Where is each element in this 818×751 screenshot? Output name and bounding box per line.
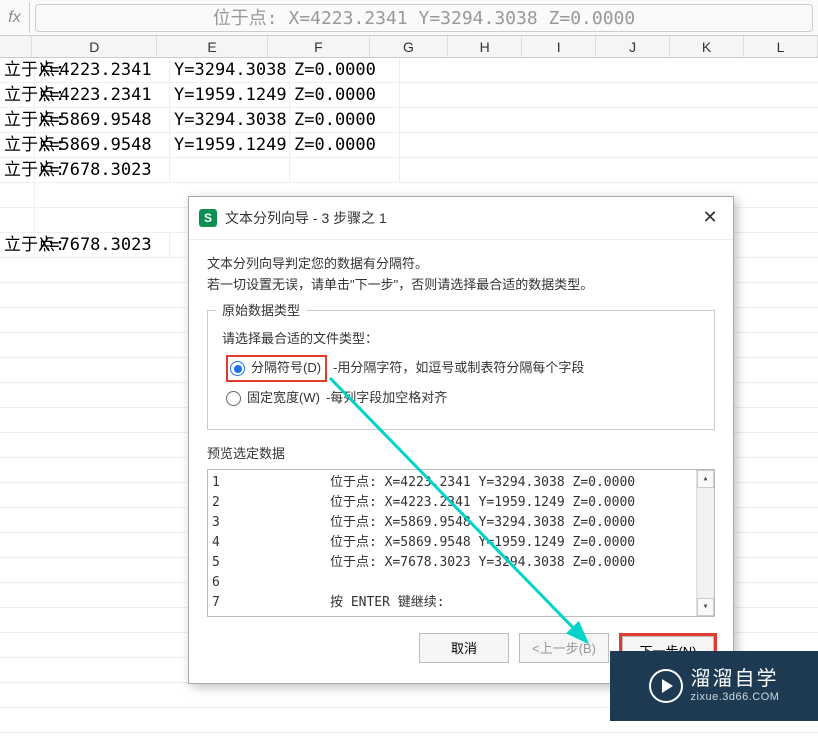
radio-fixed-desc: -每列字段加空格对齐 xyxy=(326,388,447,409)
watermark-url: zixue.3d66.COM xyxy=(691,691,780,704)
table-row[interactable]: 立于点: X=7678.3023 xyxy=(0,158,818,183)
col-header-f[interactable]: F xyxy=(268,36,370,57)
cell[interactable]: Z=0.0000 xyxy=(290,58,400,82)
cell[interactable]: X=4223.2341 xyxy=(35,58,170,82)
cell[interactable]: 立于点: xyxy=(0,83,35,107)
scroll-up-icon[interactable]: ▴ xyxy=(697,470,714,488)
scroll-down-icon[interactable]: ▾ xyxy=(697,598,714,616)
preview-row: 4位于点: X=5869.9548 Y=1959.1249 Z=0.0000 xyxy=(212,534,710,554)
col-header-i[interactable]: I xyxy=(522,36,596,57)
radio-delimiter-desc: -用分隔字符，如逗号或制表符分隔每个字段 xyxy=(333,358,584,379)
col-header-k[interactable]: K xyxy=(670,36,744,57)
play-icon xyxy=(649,669,683,703)
cell[interactable]: X=5869.9548 xyxy=(35,133,170,157)
text-wizard-dialog: S 文本分列向导 - 3 步骤之 1 ✕ 文本分列向导判定您的数据有分隔符。 若… xyxy=(188,196,734,684)
cell[interactable]: 立于点: xyxy=(0,108,35,132)
cell[interactable]: 立于点: xyxy=(0,133,35,157)
preview-row: 1位于点: X=4223.2341 Y=3294.3038 Z=0.0000 xyxy=(212,474,710,494)
col-header-blank xyxy=(0,36,32,57)
radio-icon xyxy=(226,391,241,406)
cell[interactable]: Y=3294.3038 xyxy=(170,58,290,82)
radio-fixed[interactable]: 固定宽度(W) -每列字段加空格对齐 xyxy=(226,388,700,409)
col-header-e[interactable]: E xyxy=(157,36,268,57)
watermark: 溜溜自学 zixue.3d66.COM xyxy=(610,651,818,721)
cell[interactable]: Z=0.0000 xyxy=(290,133,400,157)
watermark-title: 溜溜自学 xyxy=(691,667,780,691)
preview-label: 预览选定数据 xyxy=(207,444,715,465)
radio-fixed-label: 固定宽度(W) xyxy=(247,388,320,409)
formula-bar: fx 位于点: X=4223.2341 Y=3294.3038 Z=0.0000 xyxy=(0,0,818,36)
cell[interactable] xyxy=(290,158,400,182)
dialog-title-text: 文本分列向导 - 3 步骤之 1 xyxy=(225,208,387,228)
cell[interactable]: Y=3294.3038 xyxy=(170,108,290,132)
close-button[interactable]: ✕ xyxy=(697,205,723,231)
table-row[interactable]: 立于点: X=5869.9548 Y=3294.3038 Z=0.0000 xyxy=(0,108,818,133)
dialog-description-1: 文本分列向导判定您的数据有分隔符。 xyxy=(207,254,715,275)
col-header-h[interactable]: H xyxy=(448,36,522,57)
cell[interactable]: 立于点: xyxy=(0,158,35,182)
cell[interactable]: X=4223.2341 xyxy=(35,83,170,107)
formula-input[interactable]: 位于点: X=4223.2341 Y=3294.3038 Z=0.0000 xyxy=(35,4,813,32)
column-headers: D E F G H I J K L xyxy=(0,36,818,58)
dialog-titlebar: S 文本分列向导 - 3 步骤之 1 ✕ xyxy=(189,197,733,240)
table-row[interactable]: 立于点: X=4223.2341 Y=3294.3038 Z=0.0000 xyxy=(0,58,818,83)
dialog-body: 文本分列向导判定您的数据有分隔符。 若一切设置无误，请单击"下一步"，否则请选择… xyxy=(189,240,733,623)
preview-row: 5位于点: X=7678.3023 Y=3294.3038 Z=0.0000 xyxy=(212,554,710,574)
preview-row: 2位于点: X=4223.2341 Y=1959.1249 Z=0.0000 xyxy=(212,494,710,514)
cell[interactable] xyxy=(0,208,35,232)
cell[interactable]: X=7678.3023 xyxy=(35,233,170,257)
cancel-button[interactable]: 取消 xyxy=(419,633,509,663)
cell[interactable] xyxy=(170,158,290,182)
preview-scrollbar[interactable]: ▴ ▾ xyxy=(696,470,714,616)
table-row[interactable]: 立于点: X=5869.9548 Y=1959.1249 Z=0.0000 xyxy=(0,133,818,158)
col-header-j[interactable]: J xyxy=(596,36,670,57)
cell[interactable]: X=5869.9548 xyxy=(35,108,170,132)
back-button: <上一步(B) xyxy=(519,633,609,663)
cell[interactable]: Y=1959.1249 xyxy=(170,133,290,157)
radio-delimiter-label: 分隔符号(D) xyxy=(251,358,321,379)
preview-row: 7按 ENTER 键继续: xyxy=(212,594,710,614)
highlight-box: 分隔符号(D) xyxy=(226,355,327,382)
preview-row: 6 xyxy=(212,574,710,594)
preview-box: 1位于点: X=4223.2341 Y=3294.3038 Z=0.0000 2… xyxy=(207,469,715,617)
cell[interactable]: Z=0.0000 xyxy=(290,108,400,132)
cell[interactable]: Z=0.0000 xyxy=(290,83,400,107)
cell[interactable]: 立于点: xyxy=(0,233,35,257)
radio-icon xyxy=(230,361,245,376)
col-header-d[interactable]: D xyxy=(32,36,157,57)
cell[interactable] xyxy=(0,183,35,207)
col-header-l[interactable]: L xyxy=(744,36,818,57)
table-row[interactable]: 立于点: X=4223.2341 Y=1959.1249 Z=0.0000 xyxy=(0,83,818,108)
cell[interactable]: 立于点: xyxy=(0,58,35,82)
cell[interactable]: X=7678.3023 xyxy=(35,158,170,182)
preview-row: 3位于点: X=5869.9548 Y=3294.3038 Z=0.0000 xyxy=(212,514,710,534)
data-type-fieldset: 原始数据类型 请选择最合适的文件类型： 分隔符号(D) -用分隔字符，如逗号或制… xyxy=(207,310,715,430)
fieldset-prompt: 请选择最合适的文件类型： xyxy=(222,329,700,350)
radio-delimiter[interactable]: 分隔符号(D) -用分隔字符，如逗号或制表符分隔每个字段 xyxy=(226,355,700,382)
col-header-g[interactable]: G xyxy=(370,36,449,57)
fieldset-legend: 原始数据类型 xyxy=(216,301,306,322)
app-icon: S xyxy=(199,209,217,227)
fx-label: fx xyxy=(0,2,30,33)
cell[interactable]: Y=1959.1249 xyxy=(170,83,290,107)
dialog-description-2: 若一切设置无误，请单击"下一步"，否则请选择最合适的数据类型。 xyxy=(207,275,715,296)
